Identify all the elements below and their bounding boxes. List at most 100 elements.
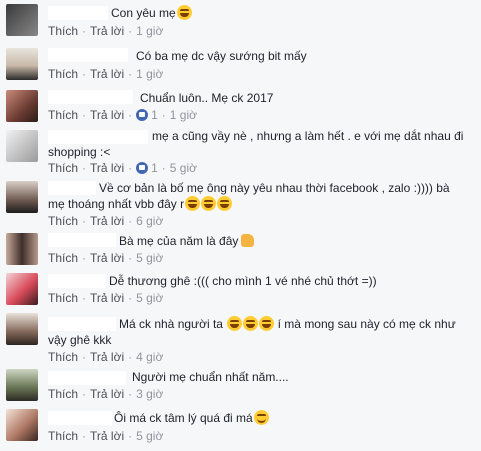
- separator: ·: [161, 161, 166, 175]
- like-link[interactable]: Thích: [48, 251, 78, 265]
- comment-actions: Thích · Trả lời · 4 giờ: [48, 350, 163, 365]
- separator: ·: [128, 429, 133, 443]
- comment-actions: Thích · Trả lời · 1 · 5 giờ: [48, 161, 197, 176]
- like-link[interactable]: Thích: [48, 67, 78, 81]
- like-link[interactable]: Thích: [48, 291, 78, 305]
- like-count[interactable]: 1: [151, 108, 158, 122]
- comment-actions: Thích · Trả lời · 3 giờ: [48, 387, 163, 402]
- comment-text: vậy ghê kkk: [48, 331, 111, 350]
- timestamp[interactable]: 6 giờ: [136, 214, 163, 228]
- like-link[interactable]: Thích: [48, 214, 78, 228]
- comment-line: vậy ghê kkk: [48, 333, 112, 347]
- comment-text: mẹ thoáng nhất vbb đây r: [48, 195, 233, 214]
- reply-link[interactable]: Trả lời: [90, 108, 124, 122]
- avatar[interactable]: [6, 181, 38, 213]
- avatar[interactable]: [6, 48, 38, 80]
- comment-actions: Thích · Trả lời · 6 giờ: [48, 214, 163, 229]
- avatar[interactable]: [6, 409, 38, 441]
- like-link[interactable]: Thích: [48, 161, 78, 175]
- like-link[interactable]: Thích: [48, 24, 78, 38]
- avatar[interactable]: [6, 313, 38, 345]
- like-link[interactable]: Thích: [48, 429, 78, 443]
- timestamp[interactable]: 5 giờ: [136, 251, 163, 265]
- comment-5: Về cơ bản là bố mẹ ông này yêu nhau thời…: [0, 177, 481, 230]
- comment-6: Bà mẹ của năm là đây Thích · Trả lời · 5 giờ: [0, 229, 481, 270]
- timestamp[interactable]: 4 giờ: [136, 350, 163, 364]
- timestamp[interactable]: 5 giờ: [136, 291, 163, 305]
- separator: ·: [82, 67, 87, 81]
- separator: ·: [128, 251, 133, 265]
- timestamp[interactable]: 5 giờ: [136, 429, 163, 443]
- comment-line: shopping :<: [48, 145, 111, 159]
- like-link[interactable]: Thích: [48, 108, 78, 122]
- comment-actions: Thích · Trả lời · 5 giờ: [48, 429, 163, 444]
- avatar[interactable]: [6, 4, 38, 36]
- separator: ·: [128, 214, 133, 228]
- comment-4: mẹ a cũng vầy nè , nhưng a làm hết . e v…: [0, 126, 481, 178]
- separator: ·: [82, 350, 87, 364]
- comment-line: mẹ thoáng nhất vbb đây r: [48, 197, 185, 211]
- separator: ·: [82, 108, 87, 122]
- redacted-name: [48, 181, 96, 195]
- redacted-name: [48, 274, 106, 288]
- reply-link[interactable]: Trả lời: [90, 429, 124, 443]
- like-link[interactable]: Thích: [48, 350, 78, 364]
- comment-line: Má ck nhà người ta: [119, 317, 223, 331]
- comment-text: Có ba mẹ dc vậy sướng bit mấy: [136, 47, 307, 66]
- redacted-name: [48, 48, 128, 62]
- laugh-emoji: [243, 316, 259, 331]
- separator: ·: [128, 24, 133, 38]
- separator: ·: [82, 429, 87, 443]
- comment-actions: Thích · Trả lời · 1 giờ: [48, 67, 163, 82]
- avatar[interactable]: [6, 130, 38, 162]
- avatar[interactable]: [6, 273, 38, 305]
- like-link[interactable]: Thích: [48, 387, 78, 401]
- comment-text: Bà mẹ của năm là đây: [119, 232, 255, 251]
- reply-link[interactable]: Trả lời: [90, 24, 124, 38]
- laugh-emoji: [259, 316, 275, 331]
- reply-link[interactable]: Trả lời: [90, 214, 124, 228]
- timestamp[interactable]: 1 giờ: [170, 108, 197, 122]
- comment-7: Dễ thương ghê :((( cho mình 1 vé nhé chủ…: [0, 269, 481, 310]
- like-reaction-icon[interactable]: [136, 109, 149, 121]
- comment-text: Chuẩn luôn.. Mẹ ck 2017: [140, 89, 273, 108]
- redacted-name: [48, 233, 116, 247]
- avatar[interactable]: [6, 369, 38, 401]
- comment-text: shopping :<: [48, 143, 110, 162]
- avatar[interactable]: [6, 233, 38, 265]
- comment-text: Dễ thương ghê :((( cho mình 1 vé nhé chủ…: [109, 272, 377, 291]
- thumbs-up-icon: [241, 234, 255, 247]
- comment-8: Má ck nhà người ta í mà mong sau này có …: [0, 309, 481, 366]
- comment-line: Dễ thương ghê :((( cho mình 1 vé nhé chủ…: [109, 274, 377, 288]
- reply-link[interactable]: Trả lời: [90, 67, 124, 81]
- comment-2: Có ba mẹ dc vậy sướng bit mấy Thích · Trả …: [0, 44, 481, 87]
- comment-actions: Thích · Trả lời · 1 giờ: [48, 24, 163, 39]
- comment-actions: Thích · Trả lời · 5 giờ: [48, 291, 163, 306]
- timestamp[interactable]: 1 giờ: [136, 67, 163, 81]
- comment-10: Ôi má ck tâm lý quá đi má Thích · Trả lời ·…: [0, 405, 481, 451]
- separator: ·: [82, 24, 87, 38]
- reply-link[interactable]: Trả lời: [90, 350, 124, 364]
- timestamp[interactable]: 5 giờ: [170, 161, 197, 175]
- separator: ·: [82, 161, 87, 175]
- redacted-name: [48, 411, 112, 425]
- like-count[interactable]: 1: [151, 161, 158, 175]
- comment-text: Người mẹ chuẩn nhất năm....: [132, 368, 289, 387]
- timestamp[interactable]: 3 giờ: [136, 387, 163, 401]
- comment-line: Bà mẹ của năm là đây: [119, 234, 239, 248]
- separator: ·: [82, 291, 87, 305]
- avatar[interactable]: [6, 90, 38, 122]
- comment-line: Chuẩn luôn.. Mẹ ck 2017: [140, 91, 274, 105]
- comment-line: mẹ a cũng vầy nè , nhưng a làm hết . e v…: [152, 129, 464, 143]
- comment-text: Con yêu mẹ: [111, 4, 192, 23]
- reply-link[interactable]: Trả lời: [90, 291, 124, 305]
- reply-link[interactable]: Trả lời: [90, 161, 124, 175]
- separator: ·: [128, 161, 133, 175]
- timestamp[interactable]: 1 giờ: [136, 24, 163, 38]
- reply-link[interactable]: Trả lời: [90, 387, 124, 401]
- comment-line: í mà mong sau này có mẹ ck như: [277, 317, 456, 331]
- comment-3: Chuẩn luôn.. Mẹ ck 2017 Thích · Trả lời · 1 ·…: [0, 86, 481, 127]
- separator: ·: [128, 67, 133, 81]
- reply-link[interactable]: Trả lời: [90, 251, 124, 265]
- like-reaction-icon[interactable]: [136, 162, 149, 174]
